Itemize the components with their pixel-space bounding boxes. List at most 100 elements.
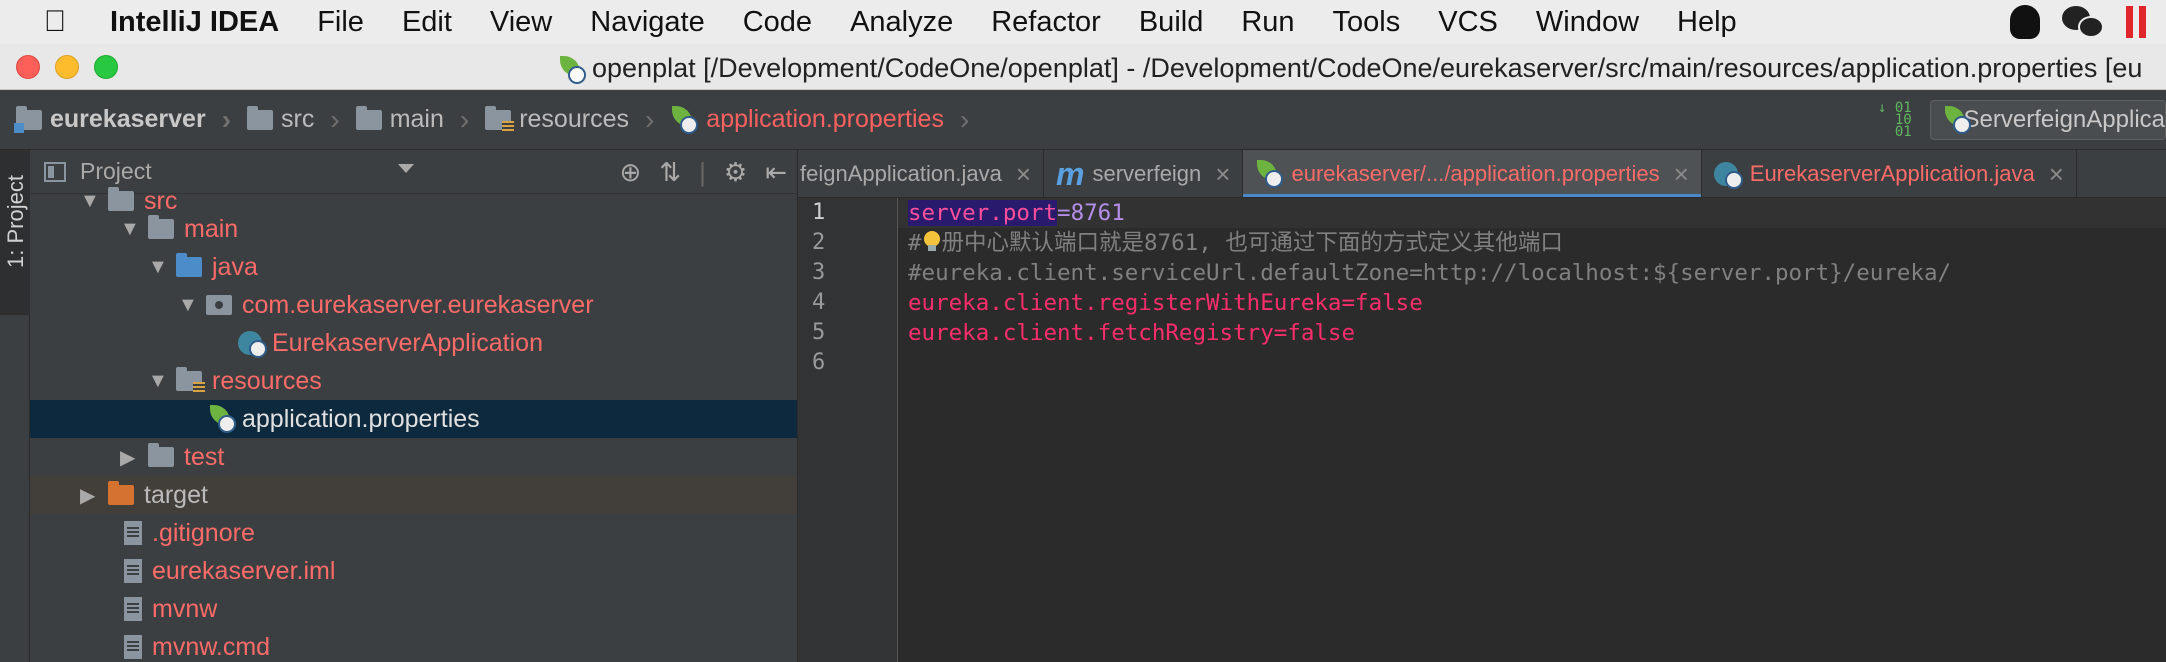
collapsed-arrow-icon[interactable]: ▶	[120, 445, 142, 470]
menu-refactor[interactable]: Refactor	[991, 6, 1101, 39]
menu-analyze[interactable]: Analyze	[850, 6, 953, 39]
tree-item-label: mvnw.cmd	[152, 632, 271, 661]
tree-item-test[interactable]: ▶ test	[30, 438, 797, 476]
tree-item-iml[interactable]: eurekaserver.iml	[30, 552, 797, 590]
code-line-2[interactable]: # 册中心默认端口就是8761, 也可通过下面的方式定义其他端口	[908, 228, 1563, 258]
tree-item-target[interactable]: ▶ target	[30, 476, 797, 514]
expand-arrow-icon[interactable]: ▼	[148, 370, 170, 393]
breadcrumb-main[interactable]: main ›	[340, 90, 470, 150]
tree-item-label: test	[184, 442, 225, 471]
tree-item-label: target	[144, 480, 208, 509]
tree-item-eurekaserver-application[interactable]: EurekaserverApplication	[30, 324, 797, 362]
spring-leaf-icon	[1255, 160, 1284, 188]
chevron-right-icon: ›	[459, 103, 470, 135]
tab-label: feignApplication.java	[800, 161, 1002, 186]
tab-label: serverfeign	[1092, 161, 1202, 186]
text-file-icon	[124, 521, 142, 545]
text-file-icon	[124, 635, 142, 659]
navigation-bar: eurekaserver › src › main › resources › …	[0, 90, 2166, 150]
tab-feign-application[interactable]: feignApplication.java ×	[798, 150, 1044, 197]
code-line-4[interactable]: eureka.client.registerWithEureka=false	[908, 288, 1423, 318]
tab-application-properties[interactable]: eurekaserver/.../application.properties …	[1243, 150, 1702, 197]
tree-item-label: java	[212, 252, 258, 281]
menu-file[interactable]: File	[317, 6, 364, 39]
tree-item-application-properties[interactable]: application.properties	[30, 400, 797, 438]
toolbar-right: ↓ 01 10 01 ServerfeignApplica	[1878, 90, 2166, 150]
breadcrumb-label: resources	[519, 105, 629, 133]
menu-build[interactable]: Build	[1139, 6, 1204, 39]
project-view-icon	[44, 161, 66, 182]
tree-item-label: EurekaserverApplication	[272, 328, 543, 357]
expand-arrow-icon[interactable]: ▼	[120, 218, 142, 241]
chevron-right-icon: ›	[330, 103, 340, 135]
code-editor[interactable]: 1 2 3 4 5 6 server.port=8761 # 册中心默认端口就是8…	[798, 198, 2166, 662]
resources-folder-icon	[485, 105, 515, 133]
minimize-window-button[interactable]	[55, 55, 79, 79]
spring-boot-icon	[1943, 106, 1971, 134]
close-tab-icon[interactable]: ×	[1674, 159, 1689, 190]
qq-icon[interactable]	[2010, 5, 2040, 39]
zoom-window-button[interactable]	[94, 55, 118, 79]
code-line-3[interactable]: #eureka.client.serviceUrl.defaultZone=ht…	[908, 258, 1951, 288]
folder-icon	[247, 105, 274, 130]
apple-menu-icon[interactable]: 	[0, 0, 110, 44]
run-configuration-selector[interactable]: ServerfeignApplica	[1930, 100, 2166, 140]
menu-code[interactable]: Code	[743, 6, 812, 39]
project-view-selector[interactable]: Project	[80, 158, 152, 185]
tree-item-java[interactable]: ▼ java	[30, 248, 797, 286]
breadcrumb-module[interactable]: eurekaserver ›	[0, 90, 231, 150]
close-tab-icon[interactable]: ×	[2049, 159, 2064, 190]
mac-menu-bar:  IntelliJ IDEA File Edit View Navigate …	[0, 0, 2166, 44]
project-tab-label: 1: Project	[3, 175, 28, 268]
module-folder-icon	[14, 105, 42, 133]
lightbulb-icon[interactable]	[922, 231, 942, 253]
window-title-text: openplat [/Development/CodeOne/openplat]…	[592, 53, 2143, 83]
tool-window-stripe: 1: Project	[0, 150, 30, 662]
menu-vcs[interactable]: VCS	[1438, 6, 1498, 39]
breadcrumb-file[interactable]: application.properties ›	[654, 90, 969, 150]
menu-navigate[interactable]: Navigate	[590, 6, 704, 39]
spring-class-icon	[238, 329, 267, 358]
tree-item-mvnw[interactable]: mvnw	[30, 590, 797, 628]
menu-edit[interactable]: Edit	[402, 6, 452, 39]
dropdown-arrow-icon[interactable]	[398, 164, 414, 173]
breadcrumb-src[interactable]: src ›	[231, 90, 340, 150]
app-name-menu[interactable]: IntelliJ IDEA	[110, 6, 279, 39]
package-icon	[206, 295, 232, 315]
menu-tools[interactable]: Tools	[1333, 6, 1401, 39]
wechat-icon[interactable]	[2062, 6, 2104, 38]
menu-run[interactable]: Run	[1241, 6, 1294, 39]
binary-download-icon[interactable]: ↓ 01 10 01	[1878, 101, 1916, 139]
expand-arrow-icon[interactable]: ▼	[148, 256, 170, 279]
tree-item-mvnw-cmd[interactable]: mvnw.cmd	[30, 628, 797, 662]
folder-icon	[148, 215, 174, 239]
tree-item-resources[interactable]: ▼ resources	[30, 362, 797, 400]
menu-view[interactable]: View	[490, 6, 552, 39]
code-line-1[interactable]: server.port=8761	[908, 198, 1125, 228]
line-number: 3	[812, 260, 826, 285]
close-window-button[interactable]	[16, 55, 40, 79]
menu-help[interactable]: Help	[1677, 6, 1737, 39]
tree-item-package[interactable]: ▼ com.eurekaserver.eurekaserver	[30, 286, 797, 324]
tab-serverfeign[interactable]: m serverfeign ×	[1044, 150, 1244, 197]
excluded-folder-icon	[108, 481, 134, 505]
project-tool-window-tab[interactable]: 1: Project	[0, 150, 30, 315]
close-tab-icon[interactable]: ×	[1016, 159, 1031, 190]
code-line-5[interactable]: eureka.client.fetchRegistry=false	[908, 318, 1355, 348]
tree-item-label: eurekaserver.iml	[152, 556, 336, 585]
breadcrumb-resources[interactable]: resources ›	[469, 90, 654, 150]
breadcrumb-label: application.properties	[706, 105, 944, 133]
line-number: 6	[812, 350, 826, 375]
tab-label: eurekaserver/.../application.properties	[1291, 161, 1660, 186]
collapsed-arrow-icon[interactable]: ▶	[80, 483, 102, 508]
comment-hash: #	[908, 230, 922, 256]
expand-arrow-icon[interactable]: ▼	[178, 294, 200, 317]
tree-item-gitignore[interactable]: .gitignore	[30, 514, 797, 552]
menu-window[interactable]: Window	[1536, 6, 1639, 39]
maven-icon: m	[1056, 155, 1085, 192]
tree-item-main[interactable]: ▼ main	[30, 210, 797, 248]
close-tab-icon[interactable]: ×	[1215, 159, 1230, 190]
tab-eurekaserver-application[interactable]: EurekaserverApplication.java ×	[1702, 150, 2077, 197]
breadcrumb-label: main	[389, 105, 444, 133]
pause-icon[interactable]	[2126, 6, 2148, 38]
